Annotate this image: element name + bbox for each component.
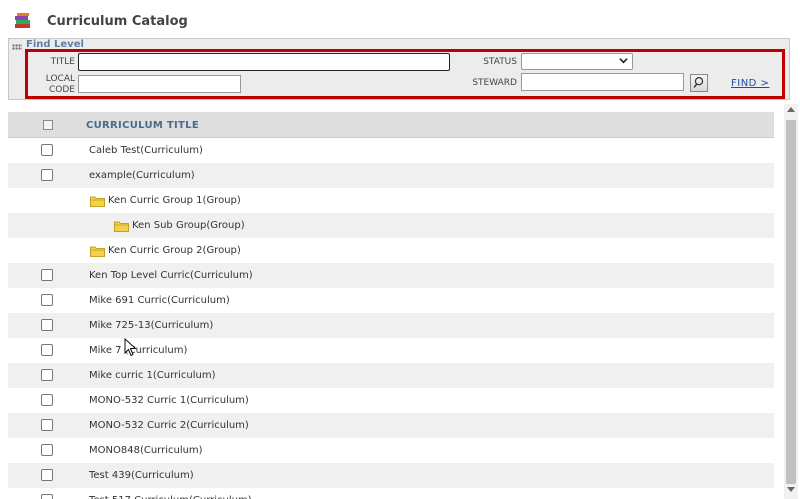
table-row[interactable]: MONO848(Curriculum)	[8, 438, 774, 463]
scroll-up-icon[interactable]	[787, 107, 795, 112]
row-label[interactable]: Caleb Test(Curriculum)	[89, 145, 203, 156]
local-code-label-2: CODE	[49, 85, 75, 95]
scroll-down-icon[interactable]	[787, 487, 795, 492]
row-checkbox[interactable]	[41, 269, 53, 281]
row-label[interactable]: MONO848(Curriculum)	[89, 445, 203, 456]
vertical-scrollbar[interactable]	[784, 104, 798, 499]
title-input[interactable]	[78, 53, 450, 71]
row-checkbox[interactable]	[41, 419, 53, 431]
table-row[interactable]: Test 439(Curriculum)	[8, 463, 774, 488]
row-checkbox[interactable]	[41, 469, 53, 481]
row-checkbox[interactable]	[41, 394, 53, 406]
table-row[interactable]: Mike 691 Curric(Curriculum)	[8, 288, 774, 313]
table-row[interactable]: Mike 7 (Curriculum)	[8, 338, 774, 363]
table-row[interactable]: Ken Sub Group(Group)	[8, 213, 774, 238]
mouse-cursor-icon	[124, 338, 137, 357]
row-checkbox[interactable]	[41, 494, 53, 499]
table-row[interactable]: example(Curriculum)	[8, 163, 774, 188]
local-code-label-1: LOCAL	[45, 74, 75, 84]
local-code-input[interactable]	[78, 75, 241, 93]
row-label[interactable]: Mike curric 1(Curriculum)	[89, 370, 216, 381]
status-label: STATUS	[483, 57, 517, 67]
table-row[interactable]: Mike curric 1(Curriculum)	[8, 363, 774, 388]
row-label[interactable]: Mike 7 (Curriculum)	[89, 345, 187, 356]
table-row[interactable]: Caleb Test(Curriculum)	[8, 138, 774, 163]
table-row[interactable]: MONO-532 Curric 2(Curriculum)	[8, 413, 774, 438]
table-row[interactable]: Ken Curric Group 1(Group)	[8, 188, 774, 213]
drag-grip-icon[interactable]	[12, 44, 22, 50]
table-row[interactable]: Test 517 Curriculum(Curriculum)	[8, 488, 774, 499]
row-label[interactable]: Ken Curric Group 2(Group)	[108, 245, 241, 256]
row-label[interactable]: Test 517 Curriculum(Curriculum)	[89, 495, 252, 499]
table-row[interactable]: Ken Top Level Curric(Curriculum)	[8, 263, 774, 288]
page-title: Curriculum Catalog	[47, 14, 188, 29]
curriculum-grid: CURRICULUM TITLE Caleb Test(Curriculum) e…	[8, 112, 774, 499]
column-curriculum-title[interactable]: CURRICULUM TITLE	[86, 120, 199, 131]
page-header: Curriculum Catalog	[0, 0, 800, 38]
row-checkbox[interactable]	[41, 369, 53, 381]
title-label: TITLE	[50, 57, 75, 67]
select-all-checkbox[interactable]	[43, 120, 53, 130]
row-label[interactable]: example(Curriculum)	[89, 170, 195, 181]
row-label[interactable]: Ken Curric Group 1(Group)	[108, 195, 241, 206]
steward-label: STEWARD	[472, 78, 517, 88]
books-icon	[15, 13, 30, 28]
row-checkbox[interactable]	[41, 294, 53, 306]
folder-icon	[90, 246, 105, 257]
table-row[interactable]: Ken Curric Group 2(Group)	[8, 238, 774, 263]
row-checkbox[interactable]	[41, 144, 53, 156]
folder-icon	[114, 221, 129, 232]
row-label[interactable]: Ken Sub Group(Group)	[132, 220, 245, 231]
row-label[interactable]: Mike 691 Curric(Curriculum)	[89, 295, 230, 306]
row-label[interactable]: Ken Top Level Curric(Curriculum)	[89, 270, 253, 281]
row-label[interactable]: Test 439(Curriculum)	[89, 470, 194, 481]
steward-input[interactable]	[521, 73, 684, 91]
find-link[interactable]: FIND >	[731, 78, 769, 89]
magnifier-icon	[693, 77, 704, 88]
table-row[interactable]: MONO-532 Curric 1(Curriculum)	[8, 388, 774, 413]
status-select[interactable]	[521, 53, 633, 70]
row-label[interactable]: Mike 725-13(Curriculum)	[89, 320, 213, 331]
table-row[interactable]: Mike 725-13(Curriculum)	[8, 313, 774, 338]
row-checkbox[interactable]	[41, 444, 53, 456]
row-label[interactable]: MONO-532 Curric 2(Curriculum)	[89, 420, 249, 431]
find-level-panel: Find Level TITLE LOCAL CODE STATUS STEWA…	[8, 38, 790, 100]
scroll-thumb[interactable]	[786, 120, 796, 484]
row-checkbox[interactable]	[41, 169, 53, 181]
chevron-down-icon	[619, 58, 628, 64]
row-checkbox[interactable]	[41, 344, 53, 356]
folder-icon	[90, 196, 105, 207]
grid-header: CURRICULUM TITLE	[8, 112, 774, 138]
steward-search-button[interactable]	[690, 74, 708, 92]
row-checkbox[interactable]	[41, 319, 53, 331]
row-label[interactable]: MONO-532 Curric 1(Curriculum)	[89, 395, 249, 406]
